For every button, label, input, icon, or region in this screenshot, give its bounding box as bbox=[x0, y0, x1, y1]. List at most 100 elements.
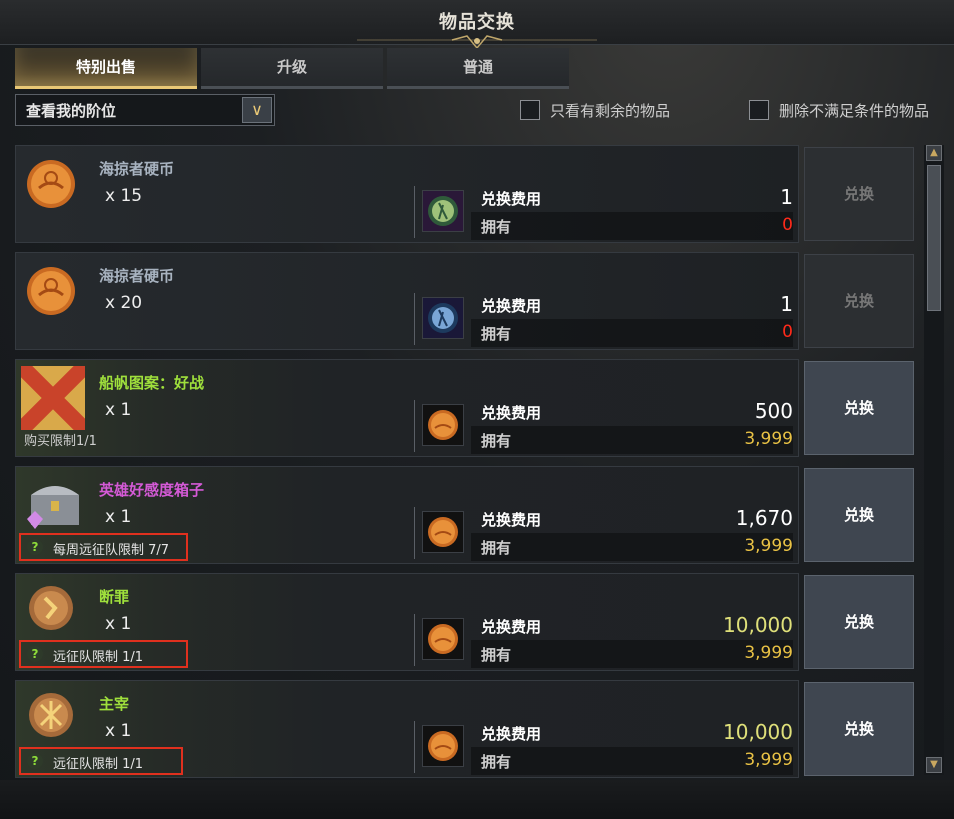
pirate-coin-icon bbox=[21, 259, 85, 323]
divider bbox=[414, 507, 415, 559]
cost-label: 兑换费用 bbox=[481, 190, 542, 208]
rune-stone-icon bbox=[21, 580, 85, 644]
item-quantity: x 1 bbox=[105, 721, 132, 741]
filter-row: 查看我的阶位 ∨ 只看有剩余的物品 删除不满足条件的物品 bbox=[15, 94, 950, 128]
green-figure-token-icon bbox=[422, 190, 464, 232]
divider bbox=[414, 721, 415, 773]
owned-label: 拥有 bbox=[481, 325, 512, 343]
item-name: 主宰 bbox=[99, 695, 130, 713]
rune-stone-icon bbox=[21, 687, 85, 751]
question-icon[interactable]: ? bbox=[27, 539, 43, 555]
cost-label: 兑换费用 bbox=[481, 618, 542, 636]
cost-row: 兑换费用 1,670 bbox=[471, 505, 793, 533]
limit-text: 远征队限制 1/1 bbox=[53, 650, 144, 665]
cost-value: 10,000 bbox=[723, 720, 793, 744]
list-item: 断罪 x 1 ? 远征队限制 1/1 兑换费用 10,000 拥有 3,999 … bbox=[15, 573, 919, 673]
purchase-limit: 购买限制1/1 bbox=[24, 434, 97, 449]
title-bar: 物品交换 bbox=[0, 0, 954, 50]
list-item: 船帆图案：好战 x 1 购买限制1/1 兑换费用 500 拥有 3,999 兑换 bbox=[15, 359, 919, 459]
item-quantity: x 15 bbox=[105, 186, 143, 206]
item-quantity: x 1 bbox=[105, 507, 132, 527]
owned-row: 拥有 0 bbox=[471, 319, 793, 347]
list-item: 海掠者硬币 x 20 兑换费用 1 拥有 0 兑换 bbox=[15, 252, 919, 352]
cost-value: 10,000 bbox=[723, 613, 793, 637]
owned-row: 拥有 3,999 bbox=[471, 747, 793, 775]
pirate-coin-icon bbox=[422, 725, 464, 767]
expedition-limit-badge: ? 远征队限制 1/1 bbox=[19, 747, 183, 775]
remove-unmet-checkbox[interactable]: 删除不满足条件的物品 bbox=[749, 98, 949, 124]
exchange-button[interactable]: 兑换 bbox=[804, 147, 914, 241]
limit-text: 每周远征队限制 7/7 bbox=[53, 543, 170, 558]
tab-special-sale[interactable]: 特别出售 bbox=[15, 48, 197, 89]
exchange-button[interactable]: 兑换 bbox=[804, 254, 914, 348]
cost-label: 兑换费用 bbox=[481, 297, 542, 315]
exchange-button[interactable]: 兑换 bbox=[804, 361, 914, 455]
cost-label: 兑换费用 bbox=[481, 725, 542, 743]
item-info: 海掠者硬币 x 20 兑换费用 1 拥有 0 bbox=[15, 252, 799, 350]
scroll-down-icon[interactable]: ▼ bbox=[926, 757, 942, 773]
item-info: 海掠者硬币 x 15 兑换费用 1 拥有 0 bbox=[15, 145, 799, 243]
cost-value: 1,670 bbox=[735, 506, 793, 530]
owned-row: 拥有 0 bbox=[471, 212, 793, 240]
cost-row: 兑换费用 1 bbox=[471, 291, 793, 319]
exchange-button[interactable]: 兑换 bbox=[804, 682, 914, 776]
list-item: 海掠者硬币 x 15 兑换费用 1 拥有 0 兑换 bbox=[15, 145, 919, 245]
item-name: 海掠者硬币 bbox=[99, 160, 175, 178]
item-info: 英雄好感度箱子 x 1 ? 每周远征队限制 7/7 兑换费用 1,670 拥有 … bbox=[15, 466, 799, 564]
cost-row: 兑换费用 500 bbox=[471, 398, 793, 426]
owned-label: 拥有 bbox=[481, 753, 512, 771]
question-icon[interactable]: ? bbox=[27, 753, 43, 769]
blue-figure-token-icon bbox=[422, 297, 464, 339]
owned-value: 0 bbox=[782, 322, 793, 342]
divider bbox=[414, 400, 415, 452]
scrollbar[interactable]: ▲ ▼ bbox=[924, 145, 944, 775]
tab-upgrade[interactable]: 升级 bbox=[201, 48, 383, 89]
cost-label: 兑换费用 bbox=[481, 404, 542, 422]
owned-value: 3,999 bbox=[744, 643, 793, 663]
item-name: 英雄好感度箱子 bbox=[99, 481, 205, 499]
tab-normal[interactable]: 普通 bbox=[387, 48, 569, 89]
item-quantity: x 1 bbox=[105, 614, 132, 634]
cost-value: 1 bbox=[780, 185, 793, 209]
owned-value: 3,999 bbox=[744, 750, 793, 770]
item-name: 断罪 bbox=[99, 588, 130, 606]
treasure-chest-icon bbox=[21, 473, 85, 537]
checkbox-box[interactable] bbox=[520, 100, 540, 120]
rank-select-label: 查看我的阶位 bbox=[26, 102, 117, 120]
chevron-down-icon[interactable]: ∨ bbox=[242, 97, 272, 123]
remove-unmet-label: 删除不满足条件的物品 bbox=[779, 102, 930, 120]
owned-label: 拥有 bbox=[481, 646, 512, 664]
scroll-thumb[interactable] bbox=[927, 165, 941, 311]
item-quantity: x 1 bbox=[105, 400, 132, 420]
owned-label: 拥有 bbox=[481, 539, 512, 557]
exchange-button[interactable]: 兑换 bbox=[804, 468, 914, 562]
bottom-background bbox=[0, 780, 954, 819]
pirate-coin-icon bbox=[422, 618, 464, 660]
cost-row: 兑换费用 10,000 bbox=[471, 612, 793, 640]
item-quantity: x 20 bbox=[105, 293, 143, 313]
owned-label: 拥有 bbox=[481, 218, 512, 236]
exchange-button[interactable]: 兑换 bbox=[804, 575, 914, 669]
question-icon[interactable]: ? bbox=[27, 646, 43, 662]
divider bbox=[414, 186, 415, 238]
divider bbox=[414, 293, 415, 345]
item-list: 海掠者硬币 x 15 兑换费用 1 拥有 0 兑换 海掠者硬币 x 20 兑换费… bbox=[15, 145, 919, 778]
rank-select[interactable]: 查看我的阶位 ∨ bbox=[15, 94, 275, 126]
pirate-coin-icon bbox=[21, 152, 85, 216]
cost-row: 兑换费用 1 bbox=[471, 184, 793, 212]
pirate-coin-icon bbox=[422, 404, 464, 446]
only-remaining-checkbox[interactable]: 只看有剩余的物品 bbox=[520, 98, 720, 124]
divider bbox=[414, 614, 415, 666]
owned-label: 拥有 bbox=[481, 432, 512, 450]
owned-row: 拥有 3,999 bbox=[471, 426, 793, 454]
scroll-up-icon[interactable]: ▲ bbox=[926, 145, 942, 161]
only-remaining-label: 只看有剩余的物品 bbox=[550, 102, 671, 120]
item-name: 船帆图案：好战 bbox=[99, 374, 205, 392]
weekly-limit-badge: ? 每周远征队限制 7/7 bbox=[19, 533, 188, 561]
owned-value: 3,999 bbox=[744, 429, 793, 449]
checkbox-box[interactable] bbox=[749, 100, 769, 120]
cost-value: 500 bbox=[754, 399, 793, 423]
item-info: 主宰 x 1 ? 远征队限制 1/1 兑换费用 10,000 拥有 3,999 bbox=[15, 680, 799, 778]
sail-pattern-icon bbox=[15, 360, 91, 436]
owned-value: 0 bbox=[782, 215, 793, 235]
